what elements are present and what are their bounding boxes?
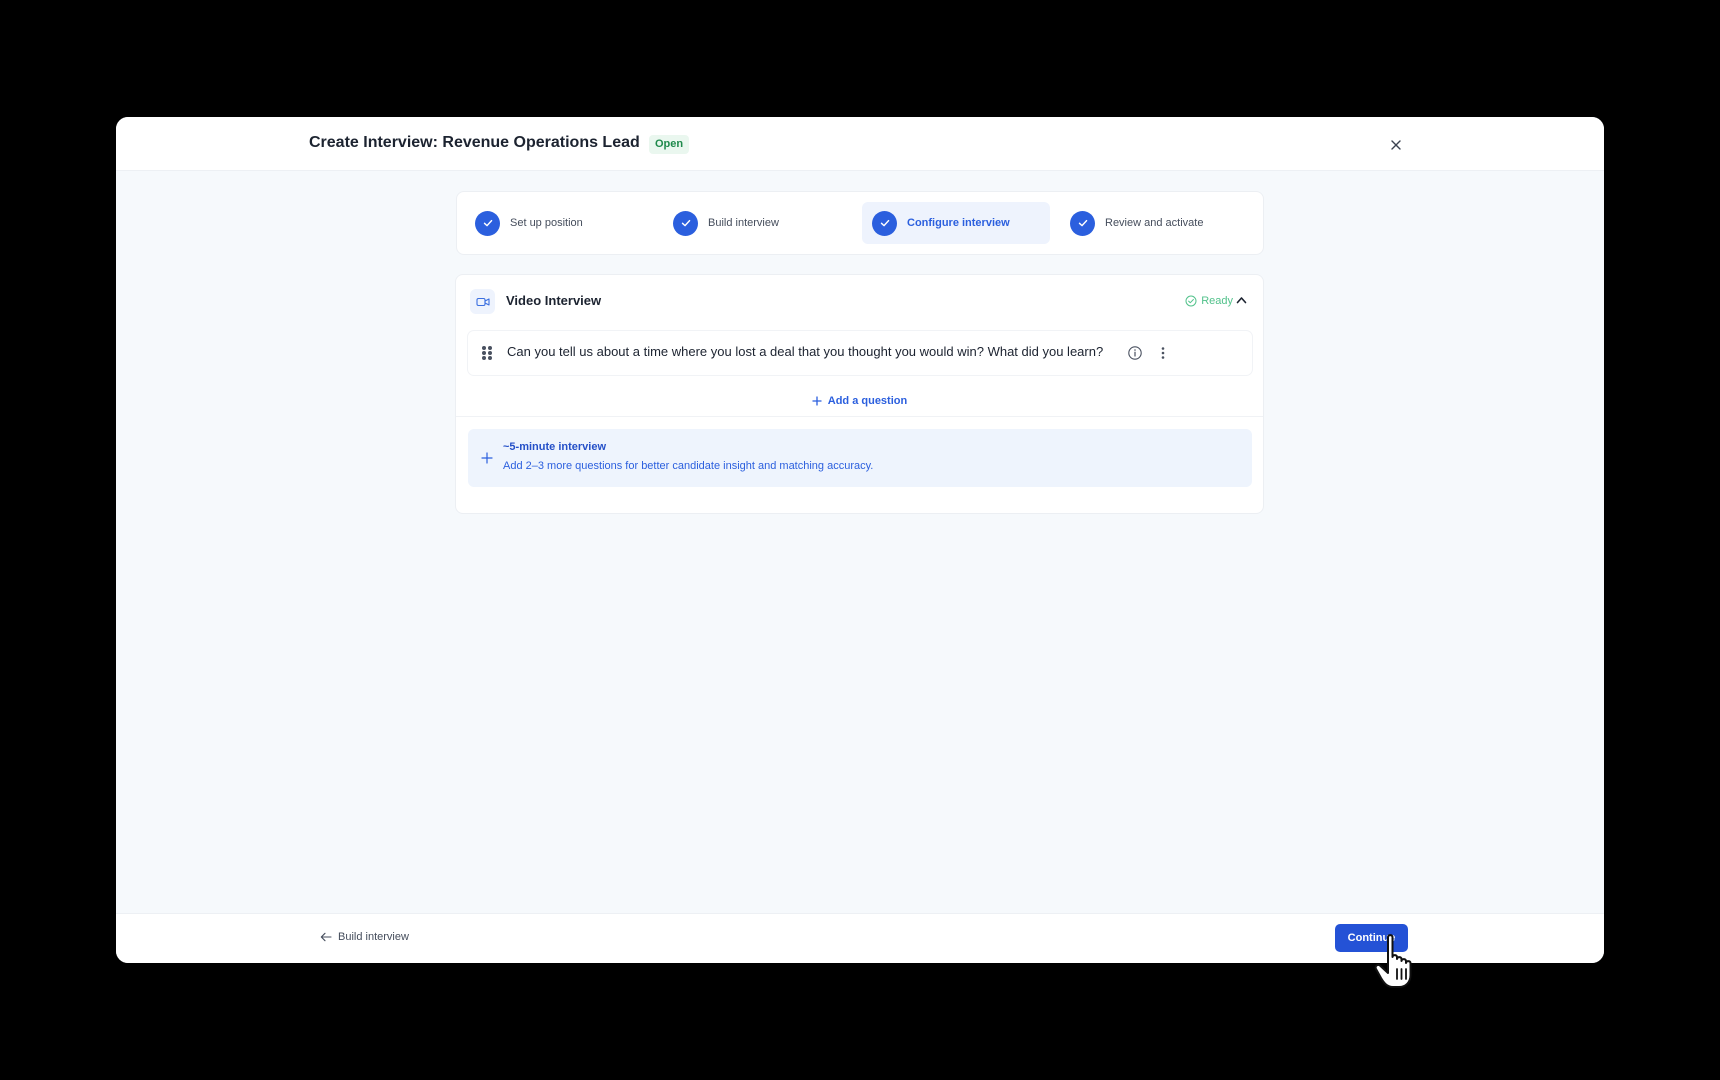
close-icon (1391, 140, 1401, 150)
collapse-button[interactable] (1233, 292, 1249, 308)
create-interview-modal: Create Interview: Revenue Operations Lea… (116, 117, 1604, 963)
step-review-and-activate[interactable]: Review and activate (1060, 202, 1250, 244)
modal-header: Create Interview: Revenue Operations Lea… (116, 117, 1604, 171)
hand-cursor-icon (1374, 934, 1412, 988)
arrow-left-icon (320, 932, 332, 942)
section-title: Video Interview (506, 293, 602, 308)
step-configure-interview[interactable]: Configure interview (862, 202, 1050, 244)
interview-length-tip[interactable]: ~5-minute interview Add 2–3 more questio… (468, 429, 1252, 487)
more-vertical-icon[interactable] (1156, 345, 1170, 361)
check-circle-icon (1185, 295, 1197, 307)
back-button[interactable]: Build interview (320, 931, 409, 943)
close-button[interactable] (1386, 135, 1406, 155)
step-build-interview[interactable]: Build interview (663, 202, 835, 244)
tip-description: Add 2–3 more questions for better candid… (503, 460, 874, 472)
step-label: Configure interview (907, 217, 1010, 229)
step-set-up-position[interactable]: Set up position (465, 202, 637, 244)
stepper: Set up position Build interview Configur… (456, 191, 1264, 255)
question-text: Can you tell us about a time where you l… (507, 344, 1104, 359)
video-interview-card: Video Interview Ready Can you tell us ab… (455, 274, 1264, 514)
status-badge: Open (649, 135, 690, 154)
plus-icon (812, 395, 822, 406)
plus-icon (481, 452, 493, 464)
check-icon (475, 210, 500, 236)
question-row[interactable]: Can you tell us about a time where you l… (468, 331, 1252, 375)
ready-label: Ready (1201, 295, 1233, 307)
check-icon (872, 210, 897, 236)
drag-handle-icon[interactable] (480, 345, 494, 361)
step-label: Build interview (708, 217, 779, 229)
check-icon (673, 210, 698, 236)
step-label: Set up position (510, 217, 583, 229)
step-label: Review and activate (1105, 217, 1204, 229)
tip-title: ~5-minute interview (503, 441, 607, 453)
card-header[interactable]: Video Interview Ready (456, 275, 1263, 327)
info-icon[interactable] (1127, 345, 1143, 361)
add-question-label: Add a question (827, 394, 908, 407)
add-question-button[interactable]: Add a question (456, 385, 1263, 417)
back-label: Build interview (338, 931, 409, 943)
video-camera-icon (470, 289, 495, 314)
chevron-up-icon (1236, 297, 1246, 304)
ready-status: Ready (1185, 295, 1233, 307)
check-icon (1070, 210, 1095, 236)
page-title: Create Interview: Revenue Operations Lea… (309, 134, 640, 151)
